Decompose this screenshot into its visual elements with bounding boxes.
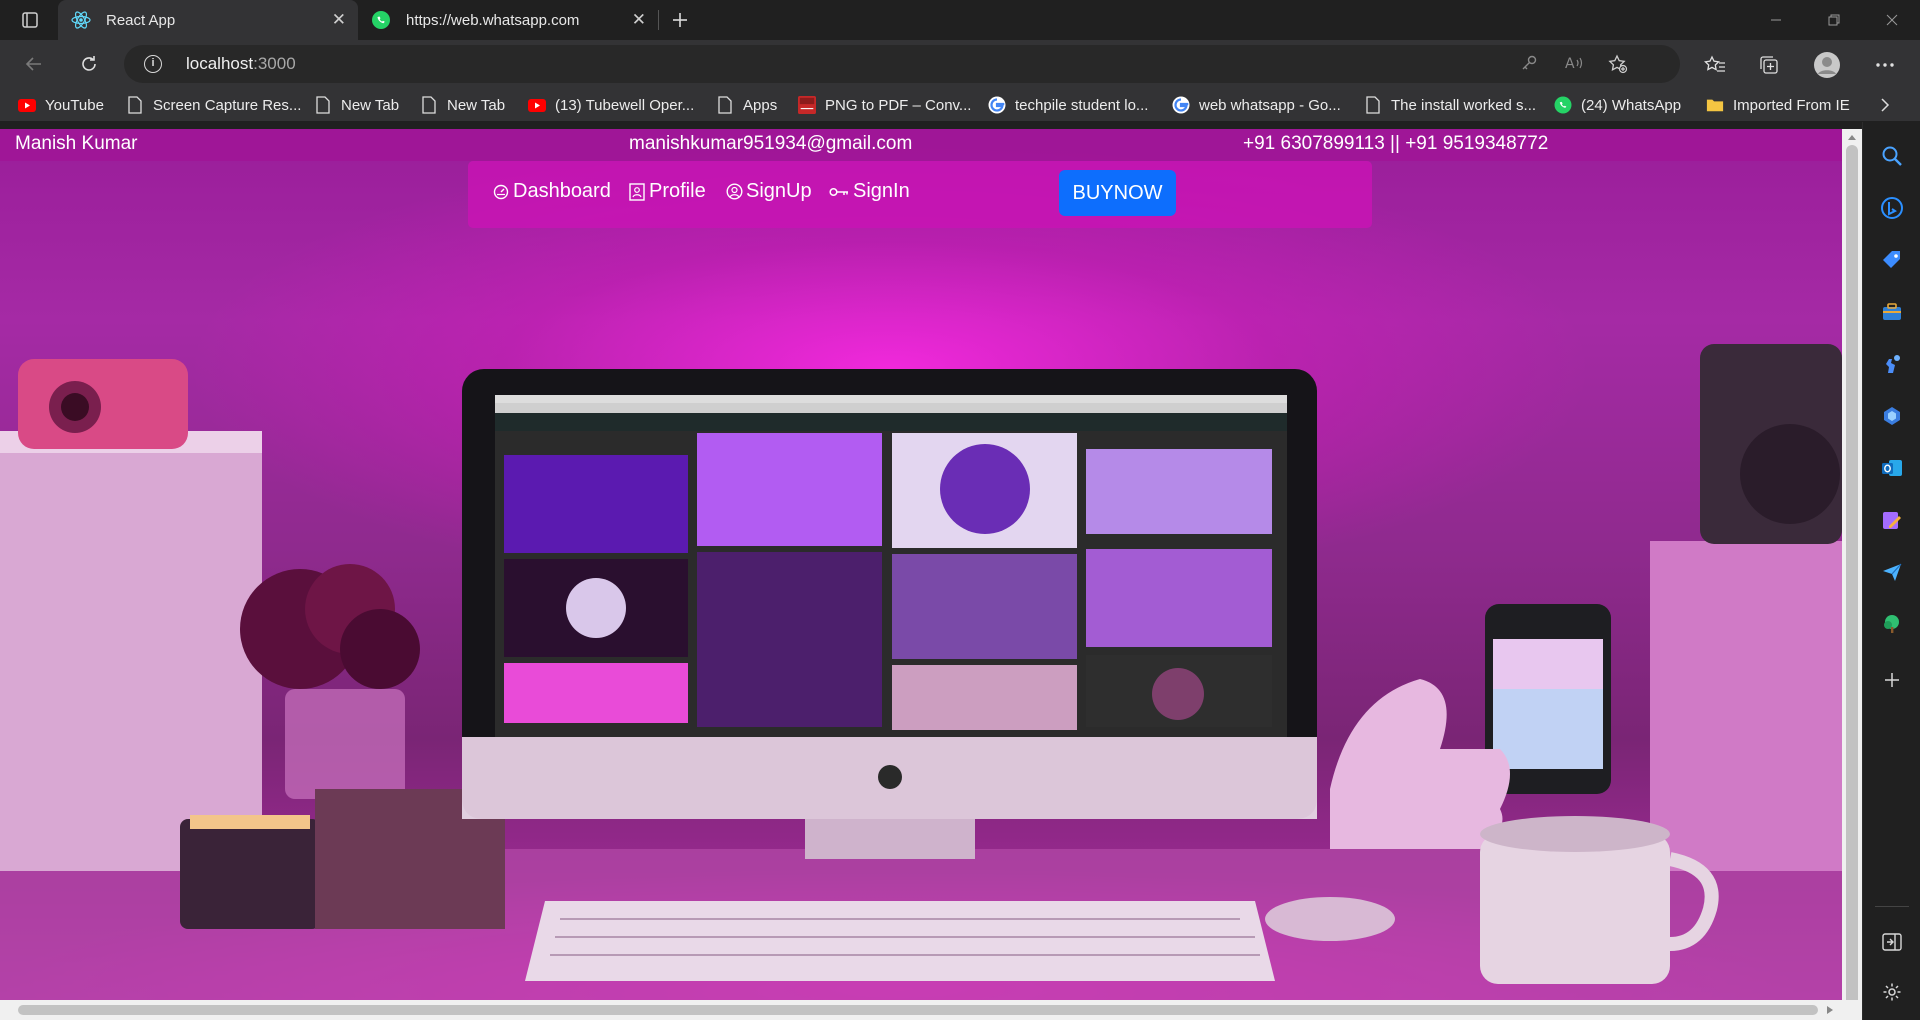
tag-icon[interactable] — [1880, 248, 1904, 272]
horizontal-scrollbar[interactable] — [0, 1000, 1862, 1020]
contact-email: manishkumar951934@gmail.com — [629, 133, 913, 154]
collections-icon[interactable] — [1754, 50, 1784, 80]
folder-icon — [1706, 96, 1724, 114]
key-icon — [828, 183, 850, 201]
bookmarks-bar: YouTube Screen Capture Res... New Tab Ne… — [0, 88, 1920, 122]
owner-name: Manish Kumar — [15, 133, 138, 154]
vertical-scroll-thumb[interactable] — [1846, 145, 1858, 1007]
page-icon — [1364, 96, 1382, 114]
add-favorite-icon[interactable] — [1608, 54, 1628, 79]
search-icon[interactable] — [1880, 144, 1904, 168]
youtube-icon — [18, 96, 36, 114]
contact-phone: +91 6307899113 || +91 9519348772 — [1243, 133, 1549, 154]
page-icon — [420, 96, 438, 114]
youtube-icon — [528, 96, 546, 114]
split-screen-icon[interactable] — [1880, 930, 1904, 954]
bookmark-web-whatsapp[interactable]: web whatsapp - Go... — [1172, 94, 1341, 116]
png-pdf-icon — [798, 96, 816, 114]
url-text[interactable]: localhost:3000 — [186, 54, 296, 74]
tab-react-app[interactable]: React App ✕ — [58, 0, 358, 40]
minimize-icon[interactable] — [1748, 0, 1804, 40]
main-navbar: Dashboard Profile SignUp SignIn BUYNOW — [468, 161, 1372, 228]
bookmark-youtube[interactable]: YouTube — [18, 94, 104, 116]
close-tab-icon[interactable]: ✕ — [632, 10, 646, 30]
close-window-icon[interactable] — [1864, 0, 1920, 40]
page-icon — [716, 96, 734, 114]
whatsapp-icon — [1554, 96, 1572, 114]
profile-icon — [628, 182, 646, 201]
close-tab-icon[interactable]: ✕ — [332, 10, 346, 30]
scroll-right-icon[interactable] — [1826, 1005, 1834, 1015]
copilot-icon[interactable] — [1880, 404, 1904, 428]
nav-signup[interactable]: SignUp — [725, 180, 812, 203]
vertical-scrollbar[interactable] — [1842, 129, 1862, 1007]
bookmark-imported-from-ie[interactable]: Imported From IE — [1706, 94, 1850, 116]
bookmark-new-tab[interactable]: New Tab — [314, 94, 399, 116]
nav-dashboard[interactable]: Dashboard — [492, 180, 611, 203]
send-icon[interactable] — [1880, 560, 1904, 584]
bookmark-png-to-pdf[interactable]: PNG to PDF – Conv... — [798, 94, 971, 116]
user-circle-icon — [725, 183, 743, 201]
edge-sidebar — [1862, 122, 1920, 1020]
whatsapp-icon — [370, 9, 392, 31]
tree-icon[interactable] — [1880, 612, 1904, 636]
refresh-icon[interactable] — [73, 48, 105, 80]
bookmark-whatsapp[interactable]: (24) WhatsApp — [1554, 94, 1681, 116]
nav-profile[interactable]: Profile — [628, 180, 706, 203]
buy-now-button[interactable]: BUYNOW — [1059, 170, 1176, 216]
page-icon — [126, 96, 144, 114]
tab-actions-icon[interactable] — [2, 0, 58, 40]
nav-signin[interactable]: SignIn — [828, 180, 910, 203]
desk-background-image — [0, 344, 1842, 1000]
new-tab-icon[interactable] — [652, 0, 708, 40]
bookmark-tubewell[interactable]: (13) Tubewell Oper... — [528, 94, 694, 116]
scroll-up-icon[interactable] — [1847, 133, 1857, 141]
key-icon[interactable] — [1520, 54, 1538, 77]
tab-title: React App — [106, 11, 176, 29]
bookmarks-overflow-icon[interactable] — [1880, 94, 1890, 116]
page-icon — [314, 96, 332, 114]
google-icon — [988, 96, 1006, 114]
tab-title: https://web.whatsapp.com — [406, 11, 580, 29]
address-bar[interactable]: i localhost:3000 A — [124, 45, 1680, 83]
google-icon — [1172, 96, 1190, 114]
bookmark-techpile[interactable]: techpile student lo... — [988, 94, 1148, 116]
contact-bar: Manish Kumar manishkumar951934@gmail.com… — [0, 129, 1842, 161]
favorites-icon[interactable] — [1700, 50, 1730, 80]
sidebar-divider — [1875, 906, 1909, 907]
horizontal-scroll-thumb[interactable] — [18, 1005, 1818, 1015]
svg-text:A: A — [1565, 56, 1575, 72]
restore-icon[interactable] — [1806, 0, 1862, 40]
bookmark-new-tab[interactable]: New Tab — [420, 94, 505, 116]
page-viewport: Manish Kumar manishkumar951934@gmail.com… — [0, 129, 1842, 1000]
more-options-icon[interactable] — [1870, 50, 1900, 80]
games-icon[interactable] — [1880, 352, 1904, 376]
designer-icon[interactable] — [1880, 508, 1904, 532]
settings-icon[interactable] — [1880, 980, 1904, 1004]
add-icon[interactable] — [1880, 668, 1904, 692]
bing-icon[interactable] — [1880, 196, 1904, 220]
bookmark-screen-capture[interactable]: Screen Capture Res... — [126, 94, 301, 116]
bookmark-apps[interactable]: Apps — [716, 94, 777, 116]
react-icon — [70, 9, 92, 31]
dashboard-icon — [492, 183, 510, 201]
site-info-icon[interactable]: i — [144, 55, 162, 73]
read-aloud-icon[interactable]: A — [1564, 54, 1584, 77]
profile-avatar-icon[interactable] — [1812, 50, 1842, 80]
tab-whatsapp[interactable]: https://web.whatsapp.com ✕ — [358, 0, 658, 40]
browser-titlebar: React App ✕ https://web.whatsapp.com ✕ — [0, 0, 1920, 40]
outlook-icon[interactable] — [1880, 456, 1904, 480]
bookmark-install-worked[interactable]: The install worked s... — [1364, 94, 1536, 116]
back-icon[interactable] — [18, 48, 50, 80]
briefcase-icon[interactable] — [1880, 300, 1904, 324]
